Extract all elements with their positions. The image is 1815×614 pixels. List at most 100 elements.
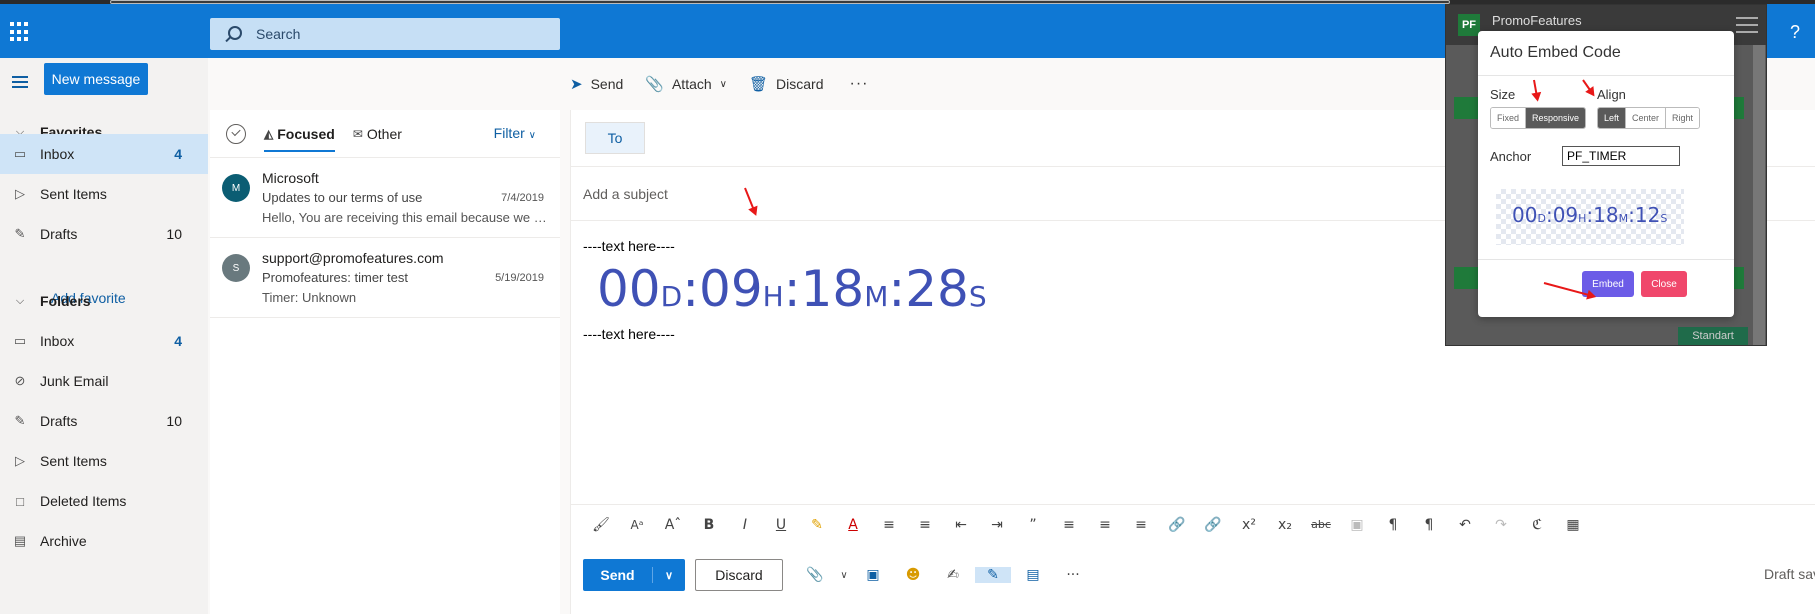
align-left-icon[interactable]: ≡ xyxy=(1051,517,1087,533)
clear-formatting-icon[interactable]: ℭ xyxy=(1519,517,1555,533)
signature-icon[interactable]: ✍ xyxy=(935,567,971,583)
superscript-icon[interactable]: x² xyxy=(1231,517,1267,533)
more-options-icon[interactable]: ··· xyxy=(1055,567,1091,583)
app-launcher-icon[interactable] xyxy=(10,22,30,42)
to-button[interactable]: To xyxy=(585,122,645,154)
tab-focused[interactable]: ◭ Focused xyxy=(264,110,335,158)
font-color-icon[interactable]: A xyxy=(835,517,871,533)
sidebar-item-label: Archive xyxy=(40,533,87,549)
toolbar-attach-label: Attach xyxy=(671,76,712,92)
inbox-icon: ▭ xyxy=(13,146,27,161)
align-center-icon[interactable]: ≡ xyxy=(1087,517,1123,533)
sidebar-item-sent-items[interactable]: ▷ Sent Items xyxy=(0,441,208,481)
anchor-input[interactable]: PF_TIMER xyxy=(1562,146,1680,166)
numbering-icon[interactable]: ≡ xyxy=(907,517,943,533)
draft-saved-status: Draft sav xyxy=(1764,566,1815,582)
unlink-icon[interactable]: 🔗 xyxy=(1195,517,1231,533)
send-button[interactable]: Send ∨ xyxy=(583,559,685,591)
countdown-timer: 00 D:09 H:18 M:28 S xyxy=(597,260,987,318)
emoji-icon[interactable]: ☻ xyxy=(895,567,931,583)
hamburger-menu-icon[interactable] xyxy=(12,76,28,88)
chevron-down-icon[interactable]: ∨ xyxy=(837,570,851,581)
timer-minutes-unit: M xyxy=(864,280,889,313)
size-option-responsive[interactable]: Responsive xyxy=(1526,108,1586,128)
send-button-label: Send xyxy=(583,567,653,583)
sidebar-item-drafts[interactable]: ✎ Drafts 10 xyxy=(0,401,208,441)
align-option-left[interactable]: Left xyxy=(1598,108,1627,128)
undo-icon[interactable]: ↶ xyxy=(1447,517,1483,533)
help-icon[interactable]: ? xyxy=(1790,22,1800,43)
dialog-title: Auto Embed Code xyxy=(1490,44,1621,61)
timer-separator: : xyxy=(888,260,906,318)
mail-subject: Updates to our terms of use xyxy=(262,190,423,205)
list-item[interactable]: Ssupport@promofeatures.com Promofeatures:… xyxy=(210,238,560,318)
body-text-line-1[interactable]: ----text here---- xyxy=(583,238,675,254)
table-icon[interactable]: ▦ xyxy=(1555,517,1591,533)
formatting-toolbar: 🖌 Aᵃ Aˆ B I U ✎ A ≡ ≡ ⇤ ⇥ ” ≡ ≡ ≡ 🔗 🔗 x²… xyxy=(571,504,1815,544)
filter-button[interactable]: Filter ∨ xyxy=(494,125,536,141)
divider xyxy=(1478,75,1734,76)
timer-days: 00 xyxy=(1512,203,1538,227)
new-message-button[interactable]: New message xyxy=(44,63,148,95)
align-option-center[interactable]: Center xyxy=(1626,108,1667,128)
filter-label: Filter xyxy=(493,125,525,141)
folders-section-header[interactable]: ⌵ Folders xyxy=(0,284,208,318)
increase-indent-icon[interactable]: ⇥ xyxy=(979,517,1015,533)
redo-icon[interactable]: ↷ xyxy=(1483,517,1519,533)
align-option-right[interactable]: Right xyxy=(1666,108,1700,128)
sidebar-item-deleted-items[interactable]: □ Deleted Items xyxy=(0,481,208,521)
close-button[interactable]: Close xyxy=(1641,271,1687,297)
sidebar-item-junk-email[interactable]: ⊘ Junk Email xyxy=(0,361,208,401)
editor-icon[interactable]: ✎ xyxy=(975,567,1011,583)
insert-image-icon[interactable]: ▣ xyxy=(855,567,891,583)
link-icon[interactable]: 🔗 xyxy=(1159,517,1195,533)
chevron-down-icon: ∨ xyxy=(528,130,536,141)
discard-button[interactable]: Discard xyxy=(695,559,783,591)
subject-input[interactable]: Add a subject xyxy=(583,186,668,202)
toolbar-send-button[interactable]: ➤ Send xyxy=(570,75,623,93)
underline-icon[interactable]: U xyxy=(763,517,799,533)
toolbar-more-button[interactable]: ··· xyxy=(850,75,869,93)
insert-picture-icon[interactable]: ▣ xyxy=(1339,517,1375,533)
bullets-icon[interactable]: ≡ xyxy=(871,517,907,533)
italic-icon[interactable]: I xyxy=(727,517,763,533)
chevron-down-icon[interactable]: ∨ xyxy=(653,569,685,582)
font-size-icon[interactable]: Aᵃ xyxy=(619,518,655,532)
toolbar-discard-button[interactable]: 🗑 Discard xyxy=(749,75,824,93)
quote-icon[interactable]: ” xyxy=(1015,517,1051,533)
timer-hours-unit: H xyxy=(1578,212,1587,225)
send-row: Send ∨ Discard 📎 ∨ ▣ ☻ ✍ ✎ ▤ ··· xyxy=(583,558,1091,592)
strikethrough-icon[interactable]: abc xyxy=(1303,518,1339,531)
subscript-icon[interactable]: x₂ xyxy=(1267,517,1303,533)
sidebar-item-archive[interactable]: ▤ Archive xyxy=(0,521,208,561)
format-painter-icon[interactable]: 🖌 xyxy=(583,517,619,533)
promofeatures-addin-icon[interactable]: ▤ xyxy=(1015,567,1051,583)
body-text-line-2[interactable]: ----text here---- xyxy=(583,326,675,342)
bold-icon[interactable]: B xyxy=(691,517,727,533)
sidebar-item-sent-items[interactable]: ▷ Sent Items xyxy=(0,174,208,214)
align-right-icon[interactable]: ≡ xyxy=(1123,517,1159,533)
timer-days-unit: D xyxy=(660,280,683,313)
select-all-icon[interactable] xyxy=(226,123,246,144)
panel-scrollbar[interactable] xyxy=(1753,45,1765,345)
grow-font-icon[interactable]: Aˆ xyxy=(655,517,691,533)
decrease-indent-icon[interactable]: ⇤ xyxy=(943,517,979,533)
sidebar-item-inbox[interactable]: ▭ Inbox 4 xyxy=(0,134,208,174)
size-option-fixed[interactable]: Fixed xyxy=(1491,108,1527,128)
tab-other[interactable]: ✉ Other xyxy=(353,110,402,158)
promofeatures-logo: PF xyxy=(1458,14,1480,36)
highlight-icon[interactable]: ✎ xyxy=(799,517,835,533)
rtl-icon[interactable]: ¶ xyxy=(1411,517,1447,533)
ltr-icon[interactable]: ¶ xyxy=(1375,517,1411,533)
toolbar-attach-button[interactable]: 📎 Attach ∨ xyxy=(645,75,727,93)
size-label: Size xyxy=(1490,87,1516,102)
list-item[interactable]: M Microsoft Updates to our terms of use 7/4… xyxy=(210,158,560,238)
sidebar-item-drafts[interactable]: ✎ Drafts 10 xyxy=(0,214,208,254)
pencil-icon: ✎ xyxy=(14,413,26,428)
hamburger-menu-icon[interactable] xyxy=(1736,17,1758,33)
search-box[interactable]: Search xyxy=(210,18,560,50)
mail-date: 7/4/2019 xyxy=(501,192,544,204)
send-icon: ▷ xyxy=(15,186,25,201)
sidebar-item-inbox[interactable]: ▭ Inbox 4 xyxy=(0,321,208,361)
paperclip-icon[interactable]: 📎 xyxy=(797,567,833,583)
